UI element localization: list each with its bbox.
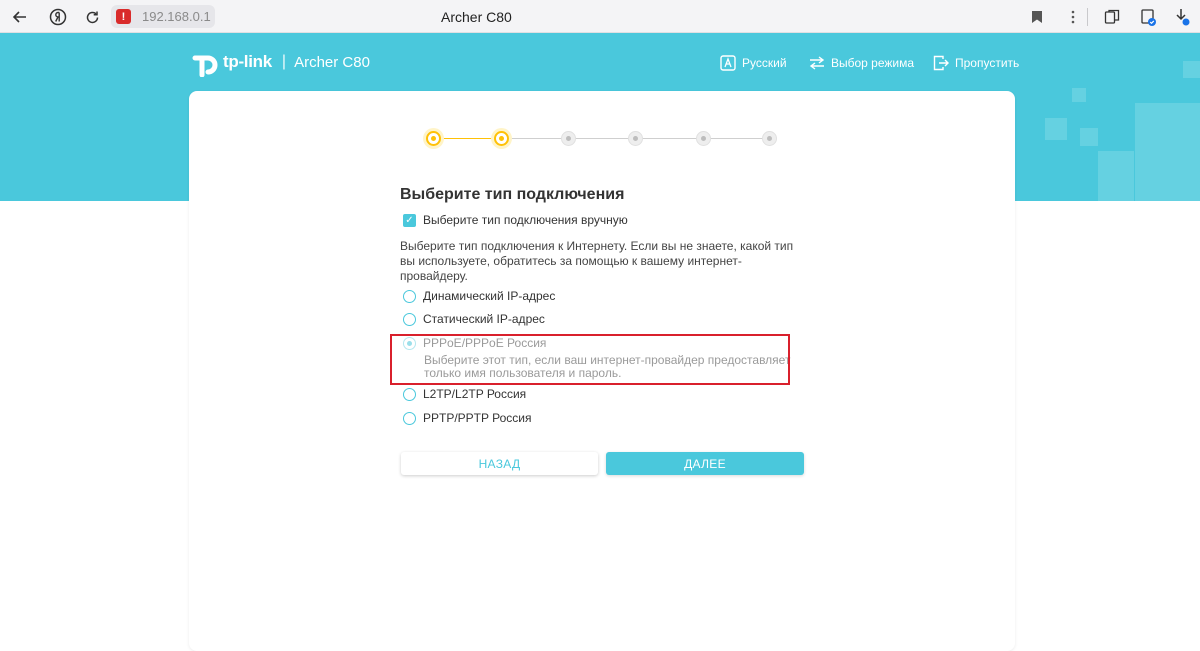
model-name: Archer C80 (294, 53, 370, 71)
label-l2tp[interactable]: L2TP/L2TP Россия (423, 387, 526, 401)
decoration-square (1135, 103, 1200, 201)
language-label: Русский (742, 55, 787, 70)
radio-dynamic-ip[interactable] (403, 290, 416, 303)
decoration-square (1045, 118, 1067, 140)
label-static-ip[interactable]: Статический IP-адрес (423, 312, 545, 326)
radio-l2tp[interactable] (403, 388, 416, 401)
tp-link-logo: tp-link | Archer C80 (189, 47, 370, 78)
collections-icon[interactable] (1101, 6, 1123, 28)
exit-icon (932, 54, 949, 71)
step-4 (628, 131, 643, 146)
back-button[interactable]: НАЗАД (401, 452, 598, 475)
back-arrow-icon[interactable] (9, 6, 31, 28)
brand-separator: | (281, 53, 287, 70)
step-2 (494, 131, 509, 146)
highlight-box (390, 334, 790, 385)
page-title: Выберите тип подключения (400, 186, 625, 203)
step-1 (426, 131, 441, 146)
brand-name: tp-link (223, 52, 272, 71)
step-6 (762, 131, 777, 146)
label-dynamic-ip[interactable]: Динамический IP-адрес (423, 289, 555, 303)
bookmark-icon[interactable] (1026, 6, 1048, 28)
radio-static-ip[interactable] (403, 313, 416, 326)
language-button[interactable]: Русский (719, 54, 787, 71)
yandex-icon[interactable] (47, 6, 69, 28)
tp-link-logo-icon (189, 47, 219, 78)
connection-description: Выберите тип подключения к Интернету. Ес… (400, 239, 794, 283)
skip-label: Пропустить (955, 55, 1020, 70)
extension-icon[interactable] (1137, 6, 1159, 28)
step-3 (561, 131, 576, 146)
mode-select-label: Выбор режима (831, 55, 915, 70)
decoration-square (1098, 151, 1134, 201)
mode-switch-icon (808, 54, 825, 71)
manual-select-checkbox[interactable]: ✓ (403, 214, 416, 227)
next-button[interactable]: ДАЛЕЕ (606, 452, 804, 475)
decoration-square (1080, 128, 1098, 146)
radio-pptp[interactable] (403, 412, 416, 425)
label-pptp[interactable]: PPTP/PPTP Россия (423, 411, 532, 425)
mode-select-button[interactable]: Выбор режима (808, 54, 914, 71)
security-warning-icon[interactable]: ! (116, 9, 131, 24)
skip-button[interactable]: Пропустить (932, 54, 1019, 71)
decoration-square (1072, 88, 1086, 102)
toolbar-divider (1087, 8, 1088, 26)
downloads-icon[interactable] (1171, 6, 1193, 28)
step-5 (696, 131, 711, 146)
step-connector-done (441, 138, 495, 139)
manual-select-label[interactable]: Выберите тип подключения вручную (423, 213, 628, 227)
reload-icon[interactable] (81, 6, 103, 28)
browser-toolbar: ! 192.168.0.1 Archer C80 (0, 0, 1200, 33)
decoration-square (1183, 61, 1200, 78)
url-text[interactable]: 192.168.0.1 (142, 9, 211, 24)
language-icon (719, 54, 736, 71)
tab-title: Archer C80 (441, 9, 512, 25)
more-icon[interactable] (1062, 6, 1084, 28)
